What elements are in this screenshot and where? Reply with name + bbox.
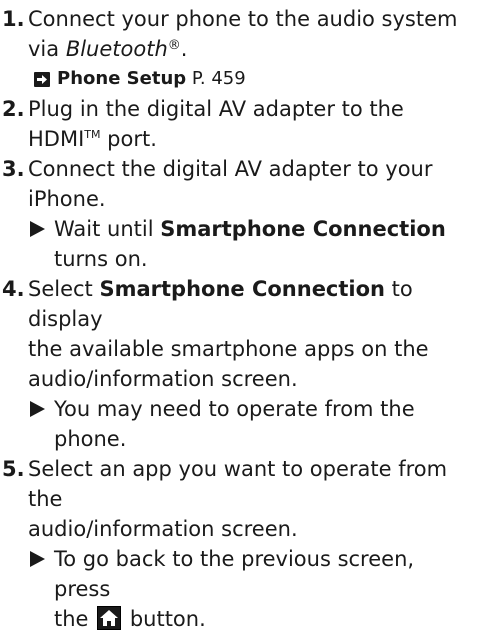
- step-line-part: .: [180, 37, 188, 61]
- step-result: To go back to the previous screen, press…: [0, 544, 477, 634]
- home-icon: [97, 606, 122, 630]
- arrow-right-icon: [34, 72, 50, 87]
- result-text: Wait until: [54, 217, 161, 241]
- registered-mark: ®: [167, 38, 181, 53]
- result-text: phone.: [54, 427, 127, 451]
- step-number: 3.: [2, 157, 25, 181]
- triangle-bullet-icon: [30, 551, 45, 567]
- step-line: Connect the digital AV adapter to your: [28, 157, 433, 181]
- step-line: Connect your phone to the audio system: [28, 7, 458, 31]
- step-text: Select an app you want to operate from t…: [28, 454, 477, 544]
- triangle-bullet-icon: [30, 221, 45, 237]
- step-line: the available smartphone apps on the: [28, 337, 429, 361]
- result-text: the: [54, 607, 96, 631]
- step-line-part: HDMI: [28, 127, 85, 151]
- step-line-part: via: [28, 37, 66, 61]
- step-text: Connect the digital AV adapter to your i…: [28, 154, 477, 214]
- result-text: button.: [123, 607, 206, 631]
- result-text: turns on.: [54, 247, 148, 271]
- step-4: 4. Select Smartphone Connection to displ…: [0, 274, 477, 394]
- step-5: 5. Select an app you want to operate fro…: [0, 454, 477, 544]
- step-1: 1. Connect your phone to the audio syste…: [0, 4, 477, 64]
- result-text: You may need to operate from the: [54, 397, 415, 421]
- bluetooth-term: Bluetooth: [65, 37, 168, 61]
- step-line-part: port.: [100, 127, 157, 151]
- step-result: Wait until Smartphone Connection turns o…: [0, 214, 477, 274]
- step-line: Plug in the digital AV adapter to the: [28, 97, 404, 121]
- step-number: 5.: [2, 457, 25, 481]
- step-line: iPhone.: [28, 187, 106, 211]
- step-number: 4.: [2, 277, 25, 301]
- step-result: You may need to operate from the phone.: [0, 394, 477, 454]
- step-text: Select Smartphone Connection to display …: [28, 274, 477, 394]
- step-line-part: Select: [28, 277, 100, 301]
- step-text: Plug in the digital AV adapter to the HD…: [28, 94, 477, 154]
- instruction-page: 1. Connect your phone to the audio syste…: [0, 0, 477, 631]
- result-text: To go back to the previous screen, press: [54, 547, 415, 601]
- triangle-bullet-icon: [30, 401, 45, 417]
- trademark-mark: TM: [84, 128, 101, 141]
- cross-reference-link[interactable]: Phone Setup P. 459: [0, 64, 477, 94]
- step-2: 2. Plug in the digital AV adapter to the…: [0, 94, 477, 154]
- xref-title: Phone Setup: [57, 68, 187, 89]
- step-line: audio/information screen.: [28, 517, 298, 541]
- result-bold: Smartphone Connection: [160, 217, 446, 241]
- step-line: audio/information screen.: [28, 367, 298, 391]
- xref-page: P. 459: [186, 68, 246, 89]
- step-3: 3. Connect the digital AV adapter to you…: [0, 154, 477, 214]
- step-text: Connect your phone to the audio system v…: [28, 4, 477, 64]
- step-line: Select an app you want to operate from t…: [28, 457, 448, 511]
- step-bold: Smartphone Connection: [99, 277, 385, 301]
- step-number: 1.: [2, 7, 25, 31]
- step-number: 2.: [2, 97, 25, 121]
